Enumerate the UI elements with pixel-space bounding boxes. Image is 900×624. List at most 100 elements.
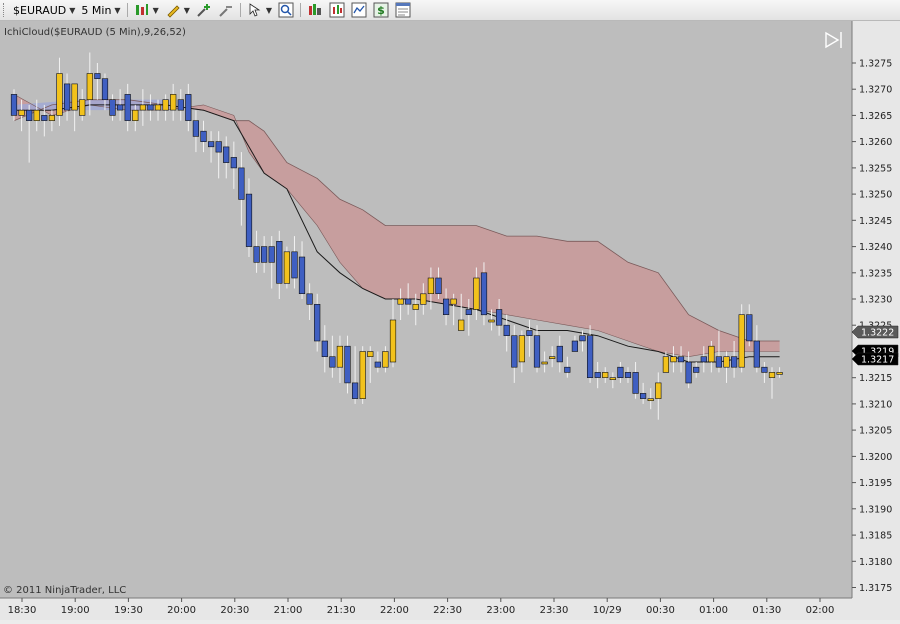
candle-body-down	[761, 366, 768, 373]
candle-body-up	[450, 298, 457, 305]
x-tick-label: 21:00	[274, 605, 303, 616]
toolbar-divider	[239, 3, 241, 17]
candle-body-up	[336, 345, 344, 368]
bar-style-button[interactable]: ▼	[131, 1, 162, 19]
candle-body-down	[700, 356, 707, 363]
candle-body-up	[18, 109, 25, 116]
candle-body-down	[298, 256, 306, 295]
candle-body-down	[715, 356, 722, 368]
candle-body-up	[382, 351, 389, 368]
candle-body-up	[518, 335, 525, 363]
candle-body-down	[200, 130, 207, 142]
candle-body-up	[655, 382, 662, 399]
candle-body-up	[397, 298, 404, 305]
zoom-in-button[interactable]	[193, 1, 215, 19]
x-tick-label: 23:30	[540, 605, 569, 616]
candle-body-down	[10, 94, 18, 116]
candle-body-up	[412, 303, 419, 310]
y-tick-label: 1.3240	[859, 242, 892, 253]
candle-body-down	[117, 104, 124, 111]
candle-body-down	[495, 309, 503, 326]
candle-body-up	[162, 99, 169, 111]
cursor-button[interactable]: ▼	[244, 1, 275, 19]
candle-body-down	[314, 303, 321, 342]
candle-body-down	[64, 83, 71, 111]
candle-body-up	[473, 277, 480, 310]
candle-body-down	[533, 335, 541, 368]
interval-label: 5 Min	[81, 3, 112, 17]
candle-body-up	[427, 277, 435, 294]
candle-body-up	[662, 356, 669, 373]
candle-body-down	[291, 251, 298, 279]
candle-body-down	[465, 309, 472, 315]
y-tick-label: 1.3215	[859, 373, 892, 384]
candle-body-up	[738, 314, 745, 368]
x-tick-label: 01:00	[699, 605, 728, 616]
candle-body-down	[624, 372, 632, 378]
candle-body-down	[594, 372, 601, 378]
candle-body-up	[283, 251, 291, 284]
candle-body-up	[541, 361, 548, 365]
candle-body-down	[344, 345, 351, 384]
x-tick-label: 19:30	[114, 605, 143, 616]
candle-body-down	[253, 246, 260, 263]
y-tick-label: 1.3255	[859, 163, 892, 174]
candle-body-down	[192, 120, 200, 137]
properties-button[interactable]	[392, 1, 414, 19]
zoom-out-icon	[219, 6, 232, 17]
x-tick-label: 22:00	[380, 605, 409, 616]
candle-body-down	[405, 298, 412, 305]
candle-body-up	[670, 356, 677, 363]
zoom-box-button[interactable]	[275, 1, 297, 19]
candle-body-up	[723, 356, 730, 368]
data-box-button[interactable]	[304, 1, 326, 19]
x-tick-label: 02:00	[806, 605, 835, 616]
chart-trader-icon	[351, 2, 367, 18]
toolbar-grip[interactable]	[3, 3, 7, 17]
drawing-tools-button[interactable]: ▼	[162, 1, 193, 19]
candle-body-up	[56, 73, 63, 116]
x-tick-label: 18:30	[8, 605, 37, 616]
candle-body-down	[208, 141, 215, 148]
chart-trader-button[interactable]	[348, 1, 370, 19]
chevron-down-icon: ▼	[265, 5, 273, 15]
dollar-button[interactable]: $	[370, 1, 392, 19]
zoom-out-button[interactable]	[215, 1, 237, 19]
x-tick-label: 19:00	[61, 605, 90, 616]
candle-body-down	[177, 99, 184, 111]
y-tick-label: 1.3245	[859, 216, 892, 227]
instrument-selector[interactable]: $EURAUD ▼	[10, 1, 78, 19]
instrument-label: $EURAUD	[13, 3, 67, 17]
candle-body-down	[230, 157, 237, 169]
x-tick-label: 10/29	[593, 605, 622, 616]
candle-body-up	[602, 372, 609, 378]
candle-body-up	[71, 83, 78, 111]
candle-body-down	[124, 94, 131, 121]
y-tick-label: 1.3200	[859, 452, 892, 463]
candle-body-down	[639, 393, 647, 399]
interval-selector[interactable]: 5 Min ▼	[78, 1, 123, 19]
candle-body-down	[556, 345, 563, 363]
candle-body-down	[685, 361, 692, 384]
strategy-button[interactable]	[326, 1, 348, 19]
candlestick-chart[interactable]: 1.3175 1.3180 1.3185 1.3190 1.3195 1.3200 1.32…	[0, 21, 900, 620]
candle-body-up	[48, 115, 55, 121]
candle-body-down	[579, 335, 586, 342]
candle-body-down	[245, 193, 253, 247]
candle-body-down	[746, 314, 753, 342]
candle	[283, 246, 291, 289]
candle-body-down	[571, 340, 578, 352]
candle-body-down	[238, 167, 245, 200]
chart-toolbar: $EURAUD ▼ 5 Min ▼ ▼ ▼ ▼ $	[0, 0, 900, 21]
candle-body-down	[321, 340, 328, 357]
y-tick-label: 1.3270	[859, 85, 892, 96]
candle-body-down	[94, 73, 101, 79]
candle-body-up	[154, 104, 162, 111]
zoom-box-icon	[278, 2, 294, 18]
candle-body-up	[86, 73, 93, 101]
chart-area[interactable]: 1.3175 1.3180 1.3185 1.3190 1.3195 1.3200 1.32…	[0, 21, 900, 620]
candle-body-up	[488, 319, 495, 323]
strategy-icon	[329, 2, 345, 18]
candle-body-down	[564, 366, 571, 373]
y-tick-label: 1.3190	[859, 504, 892, 515]
